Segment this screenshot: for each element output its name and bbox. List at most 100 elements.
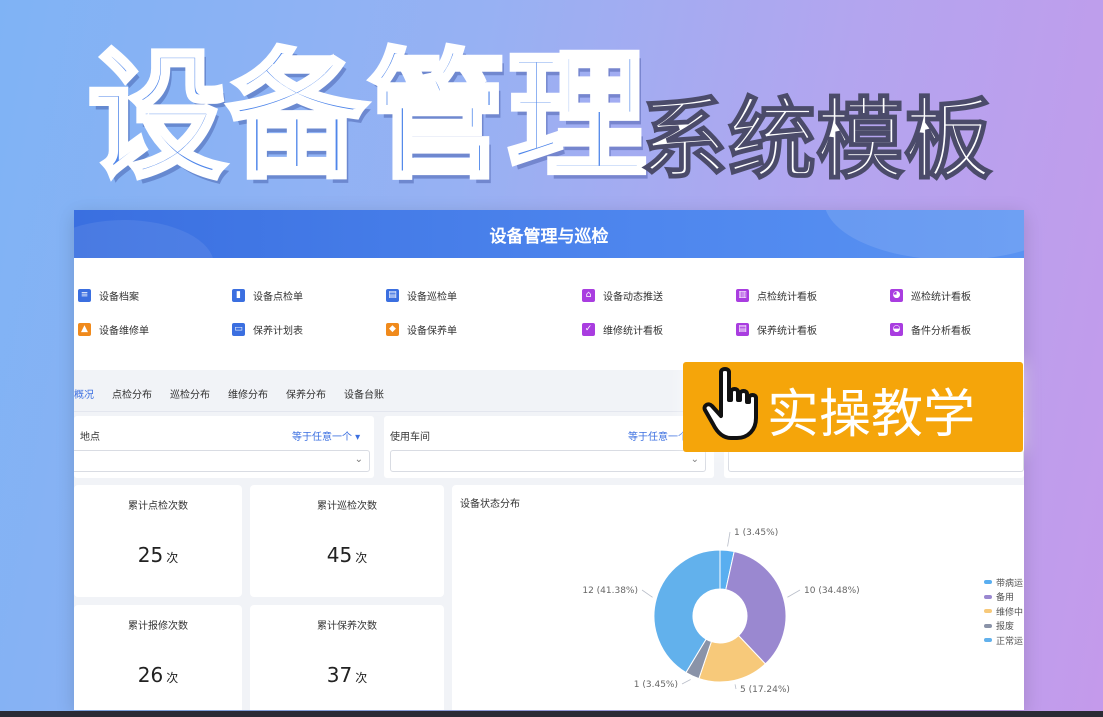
legend-label: 带病运 (996, 578, 1024, 589)
bottom-strip (0, 711, 1103, 717)
chevron-down-icon: ⌄ (354, 454, 363, 465)
nav-item-label: 维修统计看板 (603, 326, 663, 337)
home-icon: ⌂ (582, 289, 595, 302)
pie-chart-icon: ◕ (890, 289, 903, 302)
nav-item[interactable]: ▮ 设备点检单 (232, 288, 303, 303)
legend-swatch (984, 594, 992, 599)
legend-label: 维修中 (996, 607, 1024, 618)
card-label: 累计点检次数 (128, 501, 188, 512)
nav-item-label: 点检统计看板 (757, 292, 817, 303)
card-icon: ▭ (232, 323, 245, 336)
stat-card-patrol: 累计巡检次数 45 次 (250, 485, 444, 597)
card-value: 37 次 (326, 663, 368, 687)
filter-select[interactable]: ⌄ (390, 450, 706, 472)
nav-item-label: 设备动态推送 (603, 292, 663, 303)
app-header: 设备管理与巡检 (74, 210, 1024, 258)
filter-select[interactable]: ⌄ (74, 450, 370, 472)
card-value: 45 次 (326, 543, 368, 567)
shield-check-icon: ✓ (582, 323, 595, 336)
clipboard-icon: ▤ (736, 323, 749, 336)
nav-item[interactable]: ▤ 保养统计看板 (736, 322, 817, 337)
tab-item[interactable]: 点检分布 (112, 386, 152, 411)
clipboard-icon: ▤ (386, 289, 399, 302)
card-label: 累计报修次数 (128, 621, 188, 632)
legend-swatch (984, 580, 992, 585)
shield-icon: ◆ (386, 323, 399, 336)
nav-item[interactable]: ✓ 维修统计看板 (582, 322, 663, 337)
card-value: 26 次 (137, 663, 179, 687)
label-leader-line (641, 589, 653, 598)
filter-select[interactable] (728, 450, 1024, 472)
label-leader-line (787, 589, 801, 598)
nav-item[interactable]: ◒ 备件分析看板 (890, 322, 971, 337)
app-window: 设备管理与巡检 ≡ 设备档案 ▮ 设备点检单 ▤ 设备巡检单 ⌂ 设备动态推送 ▥ 点检统计看板 ◕… (74, 210, 1024, 710)
chevron-down-icon: ⌄ (690, 454, 699, 465)
nav-item-label: 设备保养单 (407, 326, 457, 337)
slice-label: 5 (17.24%) (740, 685, 790, 695)
nav-item-label: 设备维修单 (99, 326, 149, 337)
bar-chart-icon: ▥ (736, 289, 749, 302)
worker-icon: ▲ (78, 323, 91, 336)
nav-item[interactable]: ▤ 设备巡检单 (386, 288, 457, 303)
nav-item[interactable]: ▲ 设备维修单 (78, 322, 149, 337)
tab-item[interactable]: 保养分布 (286, 386, 326, 411)
file-list-icon: ≡ (78, 289, 91, 302)
card-label: 累计巡检次数 (317, 501, 377, 512)
nav-item[interactable]: ◕ 巡检统计看板 (890, 288, 971, 303)
chart-card: 设备状态分布 1 (3.45%) 10 (34.48%) 5 (17.24%) 1 (… (452, 485, 1024, 710)
tab-item[interactable]: 设备台账 (344, 386, 384, 411)
pointer-hand-icon (702, 367, 758, 440)
card-value: 25 次 (137, 543, 179, 567)
nav-item-label: 巡检统计看板 (911, 292, 971, 303)
nav-item-label: 保养计划表 (253, 326, 303, 337)
legend-item[interactable]: 正常运 (984, 633, 1023, 648)
nav-item-label: 设备巡检单 (407, 292, 457, 303)
tutorial-badge: 实操教学 (683, 362, 1023, 452)
slice-label: 1 (3.45%) (634, 680, 678, 690)
legend-swatch (984, 638, 992, 643)
legend-item[interactable]: 带病运 (984, 575, 1023, 590)
legend-swatch (984, 609, 992, 614)
tab-item[interactable]: 巡检分布 (170, 386, 210, 411)
label-leader-line (734, 684, 737, 690)
stat-card-repair: 累计报修次数 26 次 (74, 605, 242, 710)
hero-title: 设备管理 (85, 36, 649, 197)
badge-text: 实操教学 (767, 385, 976, 445)
nav-panel: ≡ 设备档案 ▮ 设备点检单 ▤ 设备巡检单 ⌂ 设备动态推送 ▥ 点检统计看板 ◕ 巡检统计看板 ▲ 设… (74, 258, 1024, 370)
nav-item[interactable]: ◆ 设备保养单 (386, 322, 457, 337)
legend-swatch (984, 623, 992, 628)
stat-card-inspection: 累计点检次数 25 次 (74, 485, 242, 597)
nav-item-label: 设备档案 (99, 292, 139, 303)
chart-legend: 带病运 备用维修中报废正常运 (984, 575, 1023, 648)
nav-item-label: 设备点检单 (253, 292, 303, 303)
stat-card-maintenance: 累计保养次数 37 次 (250, 605, 444, 710)
legend-item[interactable]: 备用 (984, 590, 1023, 605)
filter-workshop: 使用车间 等于任意一个 ▾ ⌄ (384, 416, 714, 478)
nav-item[interactable]: ▭ 保养计划表 (232, 322, 303, 337)
slice-label: 1 (3.45%) (734, 528, 778, 538)
legend-label: 报废 (996, 622, 1015, 633)
slice-label: 10 (34.48%) (804, 586, 860, 596)
app-title: 设备管理与巡检 (489, 227, 609, 247)
nav-item[interactable]: ▥ 点检统计看板 (736, 288, 817, 303)
nav-item[interactable]: ⌂ 设备动态推送 (582, 288, 663, 303)
filter-label: 地点 (80, 432, 100, 443)
filter-operator[interactable]: 等于任意一个 ▾ (292, 428, 360, 443)
hero-subtitle: 系统模板 (639, 88, 993, 191)
label-leader-line (681, 679, 691, 685)
nav-item[interactable]: ≡ 设备档案 (78, 288, 139, 303)
legend-item[interactable]: 维修中 (984, 604, 1023, 619)
nav-item-label: 保养统计看板 (757, 326, 817, 337)
card-label: 累计保养次数 (317, 621, 377, 632)
legend-item[interactable]: 报废 (984, 619, 1023, 634)
nav-item-label: 备件分析看板 (911, 326, 971, 337)
tab-item[interactable]: 维修分布 (228, 386, 268, 411)
legend-label: 正常运 (996, 636, 1024, 647)
tab-item[interactable]: 概况 (74, 386, 94, 411)
filter-location: 地点 等于任意一个 ▾ ⌄ (74, 416, 374, 478)
slice-label: 12 (41.38%) (582, 586, 638, 596)
filter-label: 使用车间 (390, 432, 430, 443)
donut-chart: 1 (3.45%) 10 (34.48%) 5 (17.24%) 1 (3.45%) 1… (582, 528, 860, 695)
label-leader-line (727, 531, 731, 547)
inbox-icon: ◒ (890, 323, 903, 336)
